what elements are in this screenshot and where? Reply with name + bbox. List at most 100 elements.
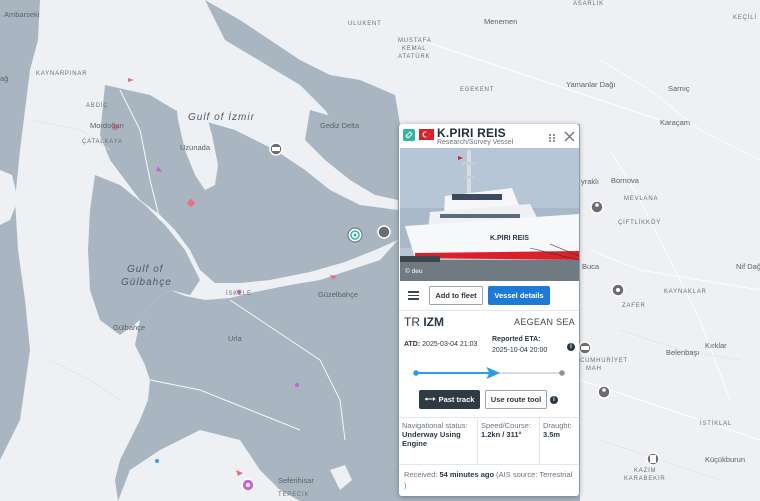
speed-course-value: 1.2kn / 311° <box>481 430 522 439</box>
map-label-menemen: Menemen <box>484 17 518 26</box>
speed-course-label: Speed/Course: <box>481 421 532 430</box>
map-label-ciftlikkoy: ÇİFTLİKKÖY <box>618 220 662 226</box>
map-label-kaynaklar: KAYNAKLAR <box>664 289 707 295</box>
map-label-kirklar: Kırklar <box>705 341 727 350</box>
map-label-catalkaya: ÇATALKAYA <box>82 139 123 145</box>
map-label-uzunada: Uzunada <box>180 143 211 152</box>
vessel-photo-image: K.PIRI REIS <box>400 148 579 281</box>
vessel-photo[interactable]: K.PIRI REIS © deu <box>400 148 579 281</box>
eta-label: Reported ETA: <box>492 336 541 343</box>
map-label-istiklal: İSTİKLAL <box>700 421 733 427</box>
map-label-mustafa-kemal-1: MUSTAFA <box>398 38 432 44</box>
draught-label: Draught: <box>543 421 572 430</box>
vessel-popup: K.PIRI REIS Research/Survey Vessel K.PIR… <box>399 124 579 496</box>
nav-status-cell: Navigational status: Underway Using Engi… <box>399 418 478 464</box>
map-label-gulf-izmir: Gulf of İzmir <box>188 112 255 123</box>
map-label-gulf-gulbahce-1: Gulf of <box>127 264 164 275</box>
flag-icon <box>419 129 434 140</box>
draught-value: 3.5m <box>543 430 561 439</box>
eta-value: 2025-10-04 20:00 <box>492 347 548 354</box>
map-label-bayrakli: yraklı <box>581 177 599 186</box>
map-label-belenbasi: Belenbaşı <box>666 348 700 357</box>
map-label-kaynarpinar: KAYNARPINAR <box>36 71 88 77</box>
map-label-kucukburun: Küçükburun <box>705 455 746 464</box>
map-label-gediz-delta: Gediz Delta <box>320 121 360 130</box>
map-label-karacam: Karaçam <box>660 118 691 127</box>
map-label-cumhuriyet-2: MAH <box>586 366 602 372</box>
map-label-abdic: ABDİÇ <box>86 103 109 109</box>
vessel-type: Research/Survey Vessel <box>437 139 514 146</box>
past-track-button[interactable]: Past track <box>419 390 480 409</box>
map-label-mevlana: MEVLANA <box>624 196 659 202</box>
map-label-bornova: Bornova <box>611 176 639 185</box>
divider <box>399 464 579 465</box>
eta-info-icon[interactable]: i <box>567 343 575 351</box>
map-label-iskele: İSKELE <box>226 291 252 297</box>
map-label-mustafa-kemal-3: ATATÜRK <box>398 54 431 60</box>
map-label-asarlik: ASARLIK <box>573 1 604 7</box>
divider <box>399 310 579 311</box>
map-label-buca: Buca <box>582 262 600 271</box>
track-icon <box>424 395 436 404</box>
origin-country: TR <box>404 315 420 329</box>
ship-hull-text: K.PIRI REIS <box>490 235 529 242</box>
vessel-marker <box>155 459 159 463</box>
map-label-nif-dagi: Nif Dağı <box>736 262 760 271</box>
vessel-details-button[interactable]: Vessel details <box>488 286 550 305</box>
map-label-ulukent: ULUKENT <box>348 21 382 27</box>
map-label-sarnic: Sarnıç <box>668 84 690 93</box>
photo-credit: © deu <box>405 268 423 275</box>
atd-label: ATD: <box>404 341 421 348</box>
action-bar: Add to fleet Vessel details <box>399 285 579 307</box>
map-label-gulf-gulbahce-2: Gülbahçe <box>121 277 172 288</box>
map-label-cumhuriyet-1: CUMHURİYET <box>580 358 628 364</box>
atd-value: 2025-03-04 21:03 <box>422 341 478 348</box>
route-tool-info-icon[interactable]: i <box>550 396 558 404</box>
map-label-urla: Urla <box>228 334 242 343</box>
progress-end-dot <box>559 370 565 376</box>
route-origin: TR IZM <box>404 315 444 329</box>
land-east <box>580 0 760 501</box>
speed-course-cell: Speed/Course: 1.2kn / 311° <box>478 418 540 464</box>
map-label-egekent: EGEKENT <box>460 87 495 93</box>
vessel-marker <box>294 382 300 388</box>
map-label-ambarseki: Ambarseki <box>4 10 40 19</box>
received-value: 54 minutes ago <box>439 470 495 479</box>
map-label-kazim-1: KAZIM <box>634 468 657 474</box>
use-route-tool-button[interactable]: Use route tool <box>485 390 547 409</box>
popup-header: K.PIRI REIS Research/Survey Vessel <box>399 124 579 148</box>
voyage-progress-bar <box>413 367 565 379</box>
map-label-tepecik: TEPECİK <box>278 492 310 498</box>
map-label-kecili: KEÇİLİ <box>733 15 757 21</box>
drag-handle-icon[interactable] <box>548 130 556 142</box>
map-label-mustafa-kemal-2: KEMAL <box>402 46 427 52</box>
add-to-fleet-button[interactable]: Add to fleet <box>429 286 483 305</box>
map-label-mordogan: Mordoğan <box>90 121 124 130</box>
nav-status-label: Navigational status: <box>402 421 468 430</box>
hamburger-menu-icon[interactable] <box>408 291 419 300</box>
map-label-aliaga: ağ <box>0 74 9 83</box>
progress-start-dot <box>413 370 419 376</box>
close-icon[interactable] <box>564 129 575 142</box>
origin-port[interactable]: IZM <box>423 315 444 329</box>
received-label: Received: <box>404 470 438 479</box>
received-info: Received: 54 minutes ago (AIS source: Te… <box>404 469 576 491</box>
route-destination[interactable]: AEGEAN SEA <box>514 317 575 327</box>
map-label-zafer: ZAFER <box>622 303 646 309</box>
map-label-yamanlar: Yamanlar Dağı <box>566 80 616 89</box>
map-label-gulbahce: Gülbahçe <box>113 323 146 332</box>
selected-vessel-target <box>347 227 363 243</box>
atd: ATD: 2025-03-04 21:03 <box>404 341 477 348</box>
vessel-stats: Navigational status: Underway Using Engi… <box>399 418 579 464</box>
map-base <box>0 0 760 501</box>
past-track-label: Past track <box>438 395 475 404</box>
map-label-seferihisar: Seferihisar <box>278 476 314 485</box>
link-icon[interactable] <box>403 129 415 141</box>
voyage-progress <box>412 365 567 381</box>
map-label-guzelbahce: Güzelbahçe <box>318 290 359 299</box>
draught-cell: Draught: 3.5m <box>540 418 579 464</box>
vessel-name: K.PIRI REIS <box>437 126 506 140</box>
nav-status-value: Underway Using Engine <box>402 430 461 448</box>
map-label-kazim-2: KARABEKİR <box>624 476 666 482</box>
map-canvas[interactable]: Ambarseki KAYNARPINAR ağ ABDİÇ Mordoğan … <box>0 0 760 501</box>
